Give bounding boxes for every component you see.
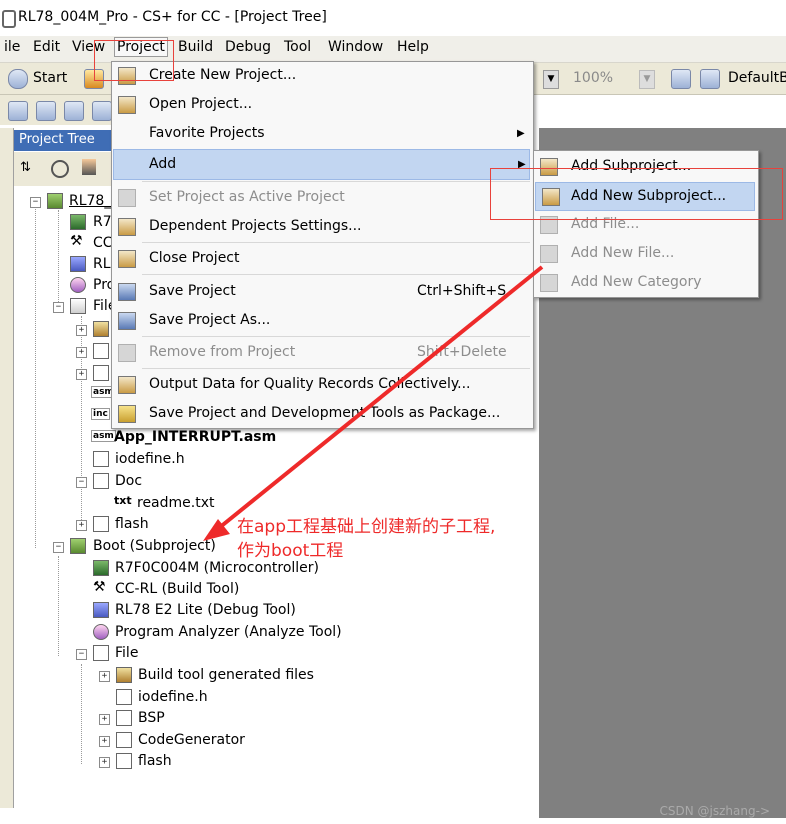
annotation-line-2: 作为boot工程 <box>237 541 344 561</box>
annotation-line-1: 在app工程基础上创建新的子工程, <box>237 517 496 537</box>
annotation-arrow <box>203 265 544 541</box>
annotation-text: 在app工程基础上创建新的子工程, 作为boot工程 <box>237 515 495 563</box>
watermark: CSDN @jszhang-> <box>659 804 770 818</box>
